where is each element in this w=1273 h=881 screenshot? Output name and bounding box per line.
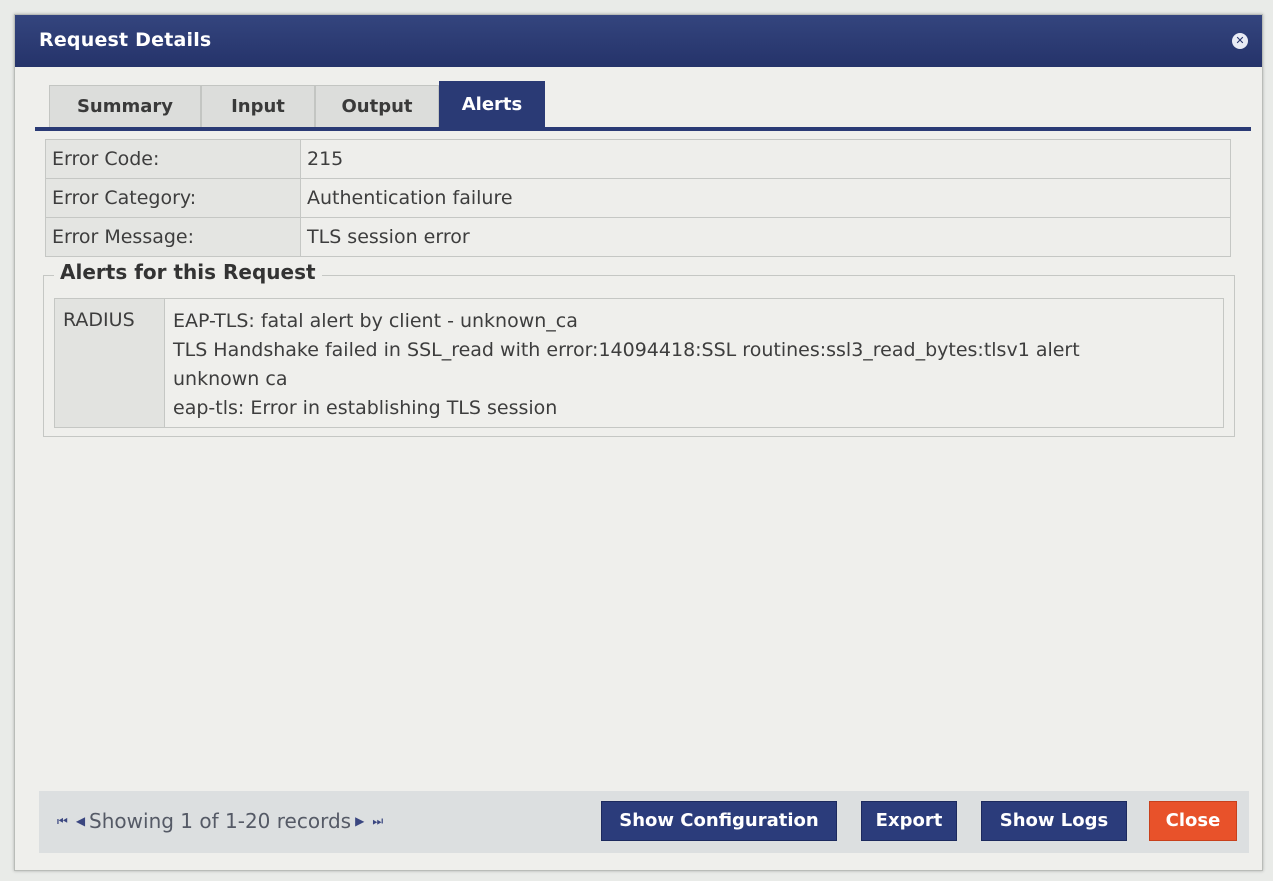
close-icon[interactable]: ✕	[1232, 33, 1248, 49]
export-button[interactable]: Export	[861, 801, 957, 841]
error-category-value: Authentication failure	[300, 178, 1231, 218]
next-page-icon[interactable]: ▶	[355, 814, 364, 828]
dialog-footer: ⏮ ◀ Showing 1 of 1-20 records ▶ ⏭ Show C…	[39, 791, 1249, 853]
alerts-table: RADIUS EAP-TLS: fatal alert by client - …	[54, 298, 1224, 428]
alert-source: RADIUS	[55, 299, 165, 427]
pager: ⏮ ◀ Showing 1 of 1-20 records ▶ ⏭	[53, 809, 387, 833]
close-button[interactable]: Close	[1149, 801, 1237, 841]
error-code-label: Error Code:	[45, 139, 301, 179]
first-page-icon[interactable]: ⏮	[57, 814, 68, 829]
tab-underline	[35, 127, 1251, 131]
tab-input[interactable]: Input	[201, 85, 315, 128]
show-logs-button[interactable]: Show Logs	[981, 801, 1127, 841]
error-category-label: Error Category:	[45, 178, 301, 218]
last-page-icon[interactable]: ⏭	[372, 814, 383, 829]
dialog-title: Request Details	[39, 29, 212, 51]
alert-line: EAP-TLS: fatal alert by client - unknown…	[173, 310, 578, 332]
alert-line: eap-tls: Error in establishing TLS sessi…	[173, 397, 558, 419]
table-row: Error Code: 215	[45, 139, 1231, 179]
pager-text: Showing 1 of 1-20 records	[89, 809, 352, 833]
alert-line: TLS Handshake failed in SSL_read with er…	[173, 339, 1080, 361]
prev-page-icon[interactable]: ◀	[76, 814, 85, 828]
alert-messages: EAP-TLS: fatal alert by client - unknown…	[173, 307, 1080, 423]
alerts-fieldset: Alerts for this Request RADIUS EAP-TLS: …	[43, 260, 1235, 437]
table-row: Error Message: TLS session error	[45, 217, 1231, 257]
tab-summary[interactable]: Summary	[49, 85, 201, 128]
dialog-titlebar: Request Details ✕	[15, 15, 1262, 67]
alert-line: unknown ca	[173, 368, 288, 390]
alerts-legend: Alerts for this Request	[54, 260, 322, 284]
error-details-table: Error Code: 215 Error Category: Authenti…	[45, 139, 1231, 257]
tab-alerts[interactable]: Alerts	[439, 81, 545, 128]
error-message-value: TLS session error	[300, 217, 1231, 257]
tab-output[interactable]: Output	[315, 85, 439, 128]
show-configuration-button[interactable]: Show Configuration	[601, 801, 837, 841]
table-row: Error Category: Authentication failure	[45, 178, 1231, 218]
error-code-value: 215	[300, 139, 1231, 179]
error-message-label: Error Message:	[45, 217, 301, 257]
request-details-dialog: Request Details ✕ Summary Input Output A…	[14, 14, 1263, 871]
